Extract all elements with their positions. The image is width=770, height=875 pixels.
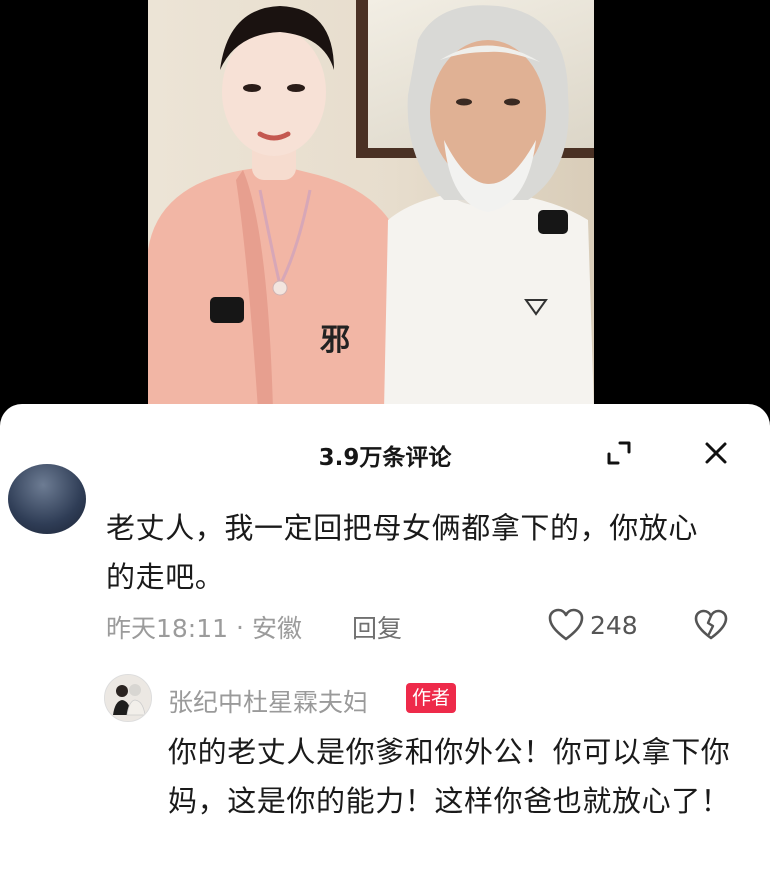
shirt-glyph: 邪 xyxy=(320,323,350,358)
broken-heart-icon xyxy=(694,609,728,640)
close-button[interactable] xyxy=(701,438,731,468)
author-avatar-image xyxy=(105,675,151,721)
expand-button[interactable] xyxy=(604,438,634,468)
comment-location: 安徽 xyxy=(252,614,303,643)
expand-icon xyxy=(607,441,631,465)
author-badge: 作者 xyxy=(406,683,457,713)
man-figure xyxy=(384,5,594,410)
sheet-header: 3.9万条评论 xyxy=(0,404,770,496)
reply-button[interactable]: 回复 xyxy=(352,609,402,645)
like-button[interactable]: 248 xyxy=(548,608,638,642)
comment-count-title: 3.9万条评论 xyxy=(318,445,452,471)
comment-sheet: 3.9万条评论 老丈人，我一定回把母女俩都拿下的，你放心的走吧。 昨天18:11… xyxy=(0,404,770,875)
reply-author-name[interactable]: 张纪中杜星霖夫妇 xyxy=(168,683,368,719)
comment-text: 老丈人，我一定回把母女俩都拿下的，你放心的走吧。 xyxy=(106,511,699,594)
close-icon xyxy=(705,442,727,464)
meta-separator: · xyxy=(236,612,244,642)
reply-text: 你的老丈人是你爹和你外公！你可以拿下你妈，这是你的能力！这样你爸也就放心了！ xyxy=(168,735,731,818)
comment-time: 昨天18:11 xyxy=(106,614,229,643)
like-count: 248 xyxy=(590,610,638,640)
dislike-button[interactable] xyxy=(694,609,728,645)
comment-meta: 昨天18:11 · 安徽 xyxy=(106,609,302,645)
woman-figure: 邪 xyxy=(148,6,408,410)
heart-icon xyxy=(548,608,584,641)
video-frame: 邪 xyxy=(148,0,594,410)
video-area[interactable]: 邪 xyxy=(0,0,770,410)
author-avatar[interactable] xyxy=(104,674,152,722)
commenter-avatar[interactable] xyxy=(8,464,86,534)
